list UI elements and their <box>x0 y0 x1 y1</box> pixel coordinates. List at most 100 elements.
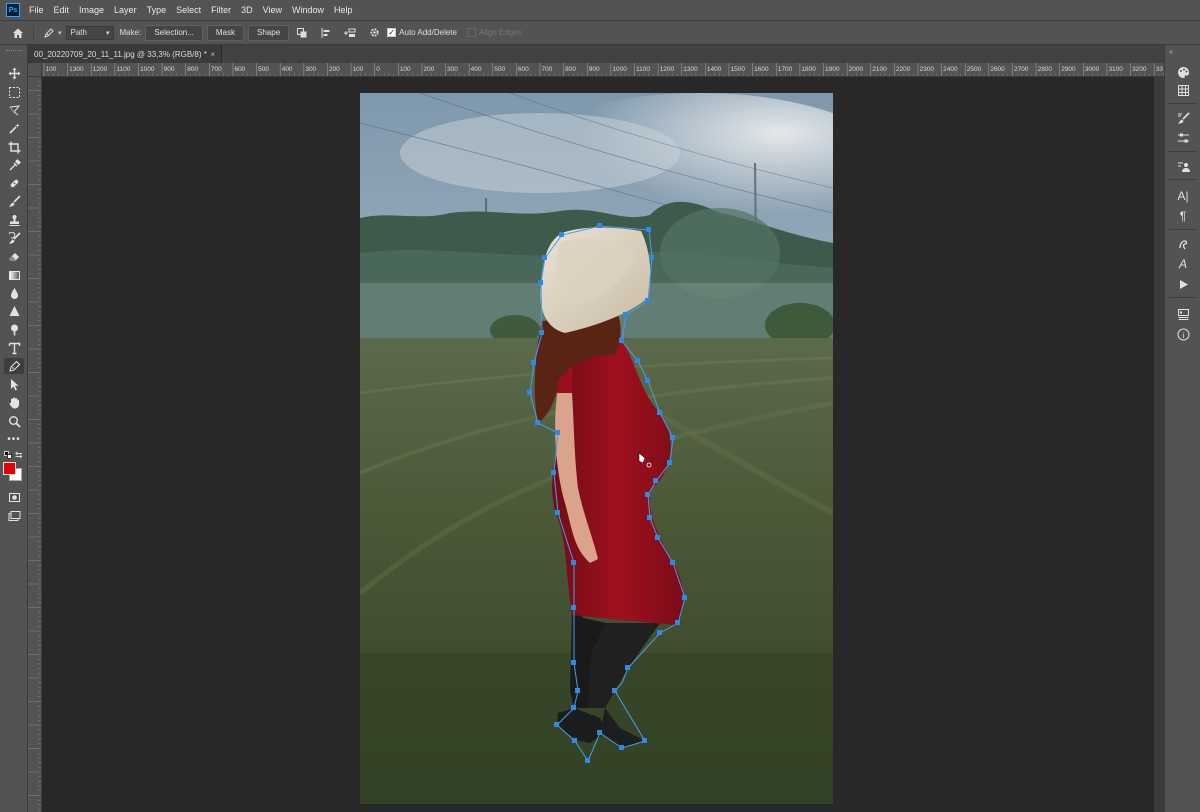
eyedropper-tool[interactable] <box>4 157 24 173</box>
menu-bar: Ps File Edit Image Layer Type Select Fil… <box>0 0 1200 20</box>
ruler-label: 2500 <box>967 66 982 73</box>
crop-tool[interactable] <box>4 139 24 155</box>
vertical-scrollbar[interactable] <box>1154 77 1164 812</box>
menu-type[interactable]: Type <box>147 5 167 15</box>
vertical-ruler[interactable] <box>28 63 42 812</box>
close-icon[interactable]: × <box>210 50 215 59</box>
lasso-tool[interactable] <box>4 102 24 118</box>
dodge-tool[interactable] <box>4 303 24 319</box>
blur-tool[interactable] <box>4 285 24 301</box>
zoom-tool[interactable] <box>4 413 24 429</box>
panel-grip[interactable] <box>6 50 22 53</box>
panel-divider <box>1169 297 1197 298</box>
magic-wand-tool[interactable] <box>4 120 24 136</box>
history-brush-tool[interactable] <box>4 230 24 246</box>
ruler-label: 100 <box>46 66 57 73</box>
horizontal-ruler[interactable]: 100 1300 1200 1100 1000 900 800 700 600 500 400 300… <box>42 63 1164 77</box>
path-arrangement-icon[interactable] <box>341 24 359 42</box>
move-tool[interactable] <box>4 65 24 81</box>
info-panel-icon[interactable]: i <box>1171 325 1195 343</box>
menu-3d[interactable]: 3D <box>241 5 253 15</box>
home-icon[interactable] <box>9 24 27 42</box>
auto-add-delete-checkbox[interactable]: ✓ <box>387 28 397 37</box>
menu-layer[interactable]: Layer <box>114 5 137 15</box>
paragraph-panel-icon[interactable]: ¶ <box>1171 207 1195 225</box>
quick-mask-icon[interactable] <box>4 489 24 505</box>
vertical-ruler-ticks <box>28 66 41 810</box>
ruler-label: 800 <box>187 66 198 73</box>
ruler-label: 1500 <box>731 66 746 73</box>
ruler-label: 200 <box>329 66 340 73</box>
menu-edit[interactable]: Edit <box>54 5 70 15</box>
make-selection-button[interactable]: Selection... <box>145 24 203 41</box>
ruler-label: 300 <box>305 66 316 73</box>
panel-divider <box>1169 179 1197 180</box>
screen-mode-icon[interactable] <box>4 508 24 524</box>
ruler-label: 400 <box>282 66 293 73</box>
menu-filter[interactable]: Filter <box>211 5 231 15</box>
gear-icon[interactable] <box>365 24 383 42</box>
ruler-label: 1000 <box>140 66 155 73</box>
character-styles-panel-icon[interactable]: A <box>1171 255 1195 273</box>
burn-tool[interactable] <box>4 321 24 337</box>
actions-panel-icon[interactable] <box>1171 275 1195 293</box>
pen-preset-icon[interactable] <box>40 24 58 42</box>
character-panel-icon[interactable]: A| <box>1171 187 1195 205</box>
ruler-label: 2000 <box>849 66 864 73</box>
glyphs-panel-icon[interactable] <box>1171 235 1195 253</box>
mode-select[interactable]: Path ▾ <box>65 25 114 40</box>
ruler-label: 2700 <box>1014 66 1029 73</box>
properties-panel-icon[interactable] <box>1171 157 1195 175</box>
chevron-down-icon[interactable]: ▾ <box>58 29 62 37</box>
brush-tool[interactable] <box>4 193 24 209</box>
document-tab-bar: 00_20220709_20_11_11.jpg @ 33,3% (RGB/8)… <box>28 45 1164 63</box>
menu-image[interactable]: Image <box>79 5 104 15</box>
color-panel-icon[interactable] <box>1171 63 1195 81</box>
horizontal-ruler-ticks: 100 1300 1200 1100 1000 900 800 700 600 500 400 300… <box>43 63 1164 76</box>
pen-tool[interactable] <box>4 358 24 374</box>
ruler-label: 2900 <box>1061 66 1076 73</box>
document-tab[interactable]: 00_20220709_20_11_11.jpg @ 33,3% (RGB/8)… <box>28 45 222 63</box>
make-mask-button[interactable]: Mask <box>206 24 245 41</box>
path-selection-tool[interactable] <box>4 376 24 392</box>
foreground-color-swatch[interactable] <box>3 462 16 475</box>
ruler-label: 2800 <box>1038 66 1053 73</box>
adjustments-panel-icon[interactable] <box>1171 129 1195 147</box>
layers-panel-icon[interactable] <box>1171 305 1195 323</box>
canvas-area[interactable] <box>42 77 1154 812</box>
align-edges-checkbox[interactable] <box>466 28 476 37</box>
ruler-label: 800 <box>565 66 576 73</box>
eraser-tool[interactable] <box>4 248 24 264</box>
more-tools-icon[interactable]: ••• <box>4 432 24 448</box>
options-divider <box>33 24 34 41</box>
default-colors-icon[interactable] <box>4 451 12 459</box>
path-operations-icon[interactable] <box>293 24 311 42</box>
hand-tool[interactable] <box>4 394 24 410</box>
type-tool[interactable] <box>4 340 24 356</box>
marquee-tool[interactable] <box>4 84 24 100</box>
collapse-panel-icon[interactable]: « <box>1169 49 1173 56</box>
swatches-panel-icon[interactable] <box>1171 81 1195 99</box>
document-image[interactable] <box>360 93 833 804</box>
menu-select[interactable]: Select <box>176 5 201 15</box>
swap-colors-icon[interactable]: ⇆ <box>15 450 23 461</box>
menu-view[interactable]: View <box>263 5 282 15</box>
menu-help[interactable]: Help <box>334 5 353 15</box>
gradient-tool[interactable] <box>4 267 24 283</box>
ruler-label: 1100 <box>116 66 130 73</box>
auto-add-delete-label: Auto Add/Delete <box>399 28 457 37</box>
path-alignment-icon[interactable] <box>317 24 335 42</box>
menu-file[interactable]: File <box>29 5 44 15</box>
ruler-label: 400 <box>471 66 482 73</box>
photoshop-logo-icon: Ps <box>6 3 20 17</box>
make-shape-button[interactable]: Shape <box>248 24 290 41</box>
spot-healing-tool[interactable] <box>4 175 24 191</box>
ruler-origin[interactable] <box>28 63 42 77</box>
ruler-label: 600 <box>234 66 245 73</box>
menu-window[interactable]: Window <box>292 5 324 15</box>
ruler-label: 900 <box>164 66 175 73</box>
ruler-label: 1100 <box>636 66 650 73</box>
brushes-panel-icon[interactable] <box>1171 109 1195 127</box>
clone-stamp-tool[interactable] <box>4 212 24 228</box>
ruler-label: 2400 <box>943 66 958 73</box>
